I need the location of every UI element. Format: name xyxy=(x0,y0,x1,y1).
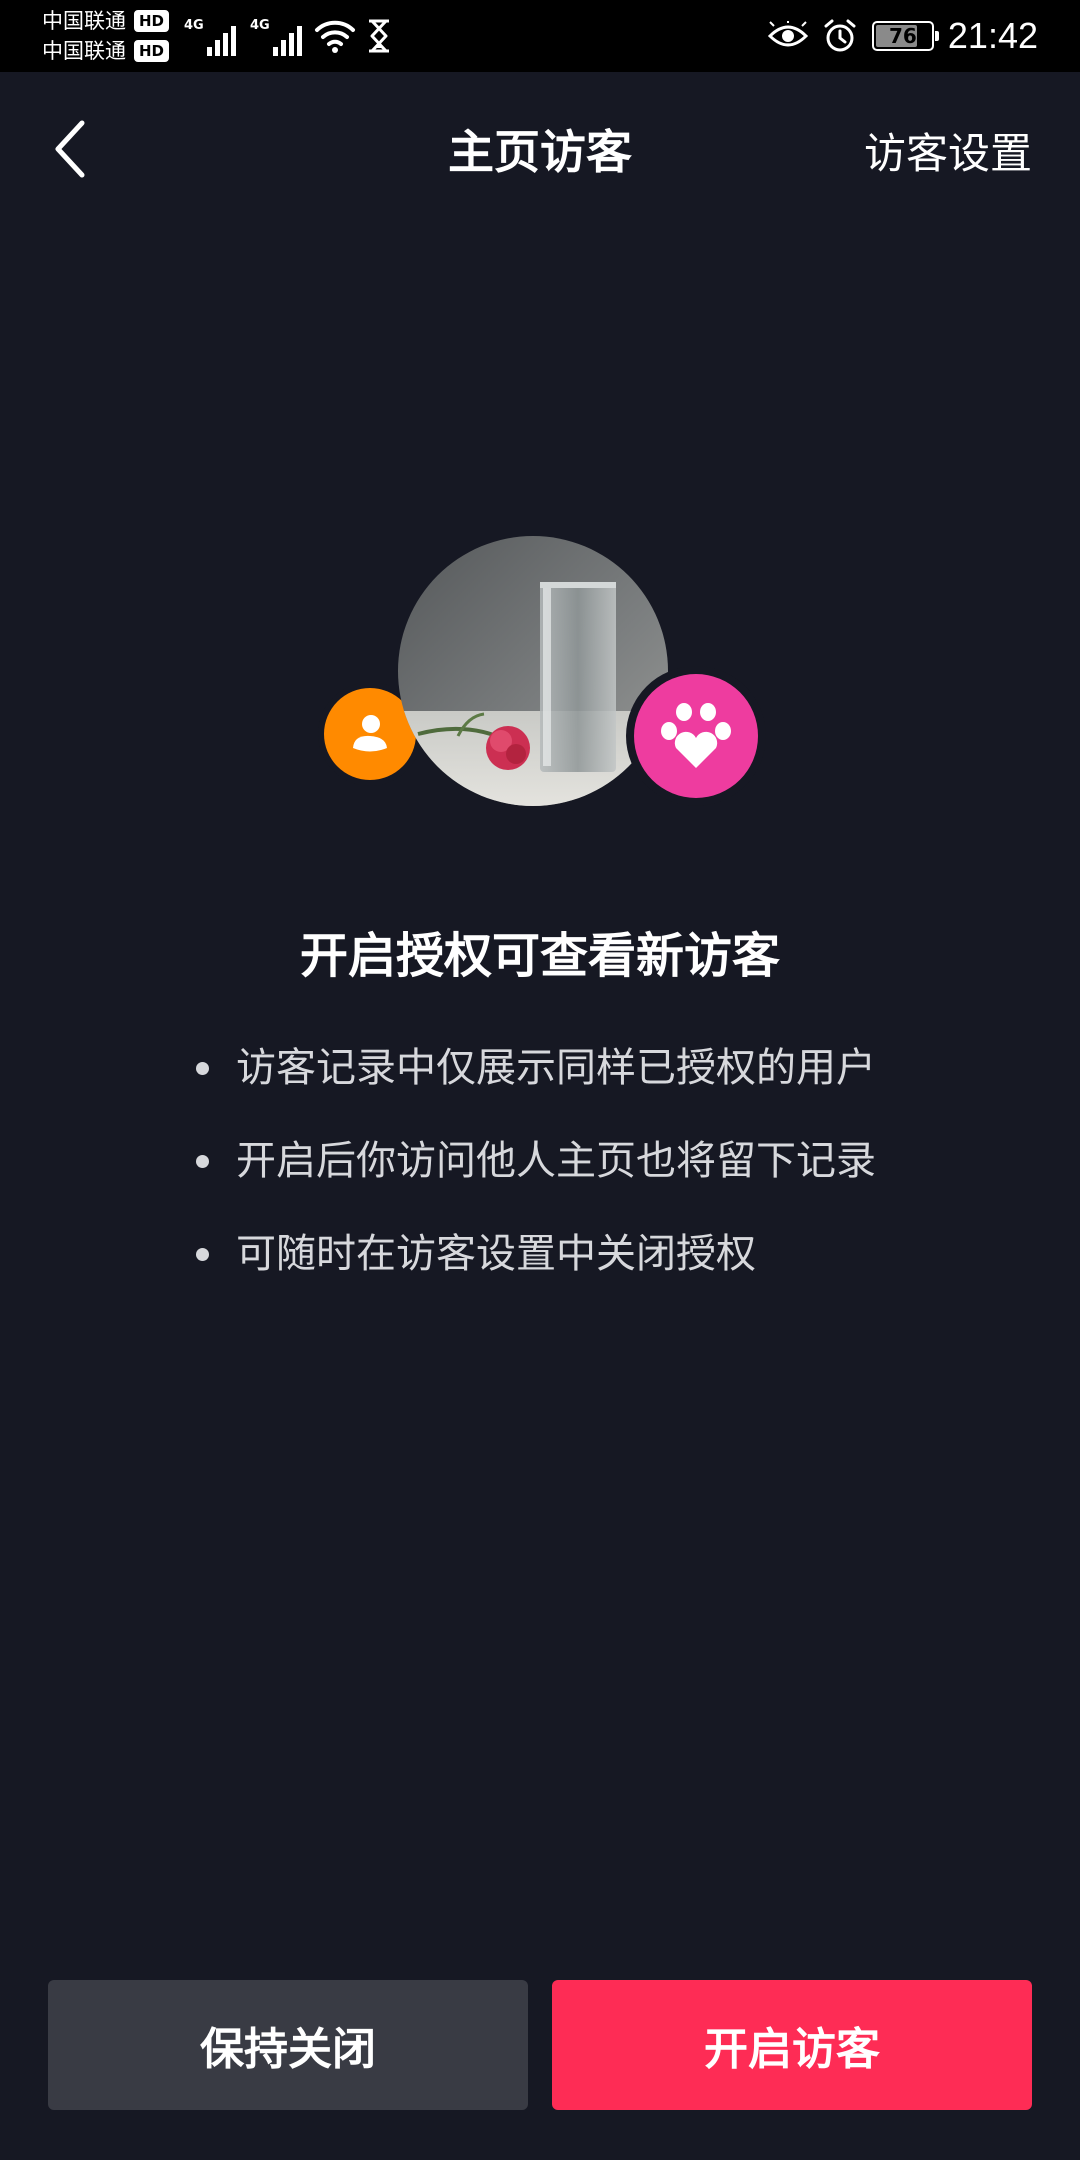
avatar-photo-image xyxy=(398,536,668,806)
hd-badge-2: HD xyxy=(134,40,170,62)
bullet-list: 访客记录中仅展示同样已授权的用户 开启后你访问他人主页也将留下记录 可随时在访客… xyxy=(196,1040,876,1319)
carrier-name-2: 中国联通 xyxy=(42,39,126,63)
headline: 开启授权可查看新访客 xyxy=(299,928,780,984)
bullet-text: 开启后你访问他人主页也将留下记录 xyxy=(236,1138,876,1184)
paw-heart-badge xyxy=(626,666,766,806)
signal-bars-icon xyxy=(272,22,302,56)
signal-bars-icon xyxy=(206,22,236,56)
clock: 21:42 xyxy=(947,15,1038,56)
eye-icon xyxy=(767,21,808,47)
bullet-dot xyxy=(196,1155,209,1168)
visitor-illustration xyxy=(310,530,770,820)
alarm-icon xyxy=(824,19,856,52)
bullet-text: 访客记录中仅展示同样已授权的用户 xyxy=(236,1045,876,1091)
bullet-dot xyxy=(196,1062,209,1075)
hourglass-icon xyxy=(369,19,389,53)
avatar xyxy=(398,536,668,806)
paw-heart-icon xyxy=(661,703,731,768)
visitor-auth-screen: 中国联通 HD 中国联通 HD 4G 4G 76 21:42 主页访客 访客设置… xyxy=(0,0,1080,2160)
signal-2: 4G xyxy=(250,16,302,56)
keep-off-button[interactable]: 保持关闭 xyxy=(48,1980,528,2110)
network-type-2: 4G xyxy=(250,18,270,33)
carrier-line-1: 中国联通 HD xyxy=(42,6,170,36)
list-item: 开启后你访问他人主页也将留下记录 xyxy=(196,1133,876,1189)
nav-bar: 主页访客 访客设置 xyxy=(0,72,1080,228)
battery-level: 76 xyxy=(888,24,917,48)
enable-visitors-button[interactable]: 开启访客 xyxy=(552,1980,1032,2110)
bullet-text: 可随时在访客设置中关闭授权 xyxy=(236,1231,756,1277)
status-bar: 中国联通 HD 中国联通 HD 4G 4G 76 21:42 xyxy=(0,0,1080,72)
battery-icon: 76 xyxy=(871,21,939,51)
list-item: 访客记录中仅展示同样已授权的用户 xyxy=(196,1040,876,1096)
wifi-icon xyxy=(315,20,355,53)
visitor-settings-link[interactable]: 访客设置 xyxy=(864,120,1032,181)
status-right: 76 21:42 xyxy=(767,0,1038,72)
hd-badge-1: HD xyxy=(134,10,170,32)
carrier-line-2: 中国联通 HD xyxy=(42,36,170,66)
network-type-1: 4G xyxy=(184,18,204,33)
carrier-info: 中国联通 HD 中国联通 HD xyxy=(42,6,170,66)
carrier-name-1: 中国联通 xyxy=(42,9,126,33)
bullet-dot xyxy=(196,1248,209,1261)
signal-1: 4G xyxy=(184,16,236,56)
user-icon xyxy=(353,715,387,752)
list-item: 可随时在访客设置中关闭授权 xyxy=(196,1226,876,1282)
